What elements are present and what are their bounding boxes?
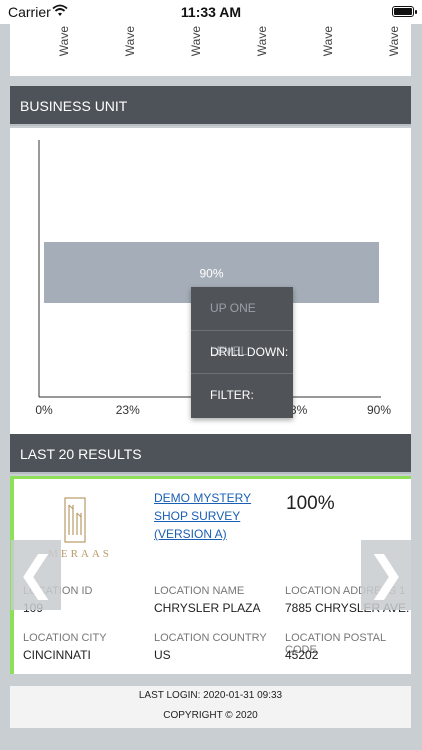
last-login-text: LAST LOGIN: 2020-01-31 09:33 <box>138 690 283 701</box>
clock: 11:33 AM <box>180 4 242 20</box>
menu-item-filter[interactable]: FILTER: <box>191 374 293 418</box>
wave-chart-card: Wave Wave Wave Wave Wave Wave <box>10 24 411 76</box>
location-postal-code-value: 45202 <box>285 648 319 662</box>
result-card[interactable]: MERAAS DEMO MYSTERY SHOP SURVEY (VERSION… <box>10 476 411 674</box>
x-tick-label: 90% <box>367 403 391 417</box>
wave-tick-label: Wave <box>255 26 269 57</box>
location-name-value: CHRYSLER PLAZA <box>154 601 261 615</box>
location-city-label: LOCATION CITY <box>23 632 107 644</box>
section-title: BUSINESS UNIT <box>20 98 128 114</box>
next-result-button[interactable]: ❯ <box>361 540 411 610</box>
location-country-label: LOCATION COUNTRY <box>154 632 267 644</box>
chevron-right-icon: ❯ <box>366 547 406 599</box>
score-value: 100% <box>286 493 335 514</box>
location-country-value: US <box>154 648 171 662</box>
location-city-value: CINCINNATI <box>23 648 91 662</box>
menu-item-drill-down[interactable]: DRILL DOWN: <box>191 331 293 375</box>
survey-link[interactable]: DEMO MYSTERY SHOP SURVEY (VERSION A) <box>154 489 274 543</box>
chevron-left-icon: ❮ <box>16 547 56 599</box>
wave-tick-label: Wave <box>387 26 401 57</box>
battery-icon <box>392 6 417 17</box>
bar-data-label: 90% <box>199 267 223 281</box>
x-tick-label: 0% <box>35 403 53 417</box>
wave-tick-label: Wave <box>321 26 335 57</box>
chart-context-menu: UP ONE LEVEL DRILL DOWN: FILTER: <box>191 287 293 418</box>
location-name-label: LOCATION NAME <box>154 585 245 597</box>
footer: LAST LOGIN: 2020-01-31 09:33 COPYRIGHT ©… <box>10 686 411 728</box>
wave-tick-label: Wave <box>57 26 71 57</box>
wave-tick-label: Wave <box>123 26 137 57</box>
copyright-text: COPYRIGHT © 2020 <box>163 710 258 721</box>
business-unit-header: BUSINESS UNIT <box>10 86 411 126</box>
last-results-header: LAST 20 RESULTS <box>10 434 411 474</box>
previous-result-button[interactable]: ❮ <box>11 540 61 610</box>
menu-item-up-one-level[interactable]: UP ONE LEVEL <box>191 287 293 358</box>
x-tick-label: 23% <box>116 403 140 417</box>
wave-tick-label: Wave <box>189 26 203 57</box>
section-title: LAST 20 RESULTS <box>20 446 142 462</box>
status-bar: Carrier 11:33 AM <box>0 0 422 24</box>
